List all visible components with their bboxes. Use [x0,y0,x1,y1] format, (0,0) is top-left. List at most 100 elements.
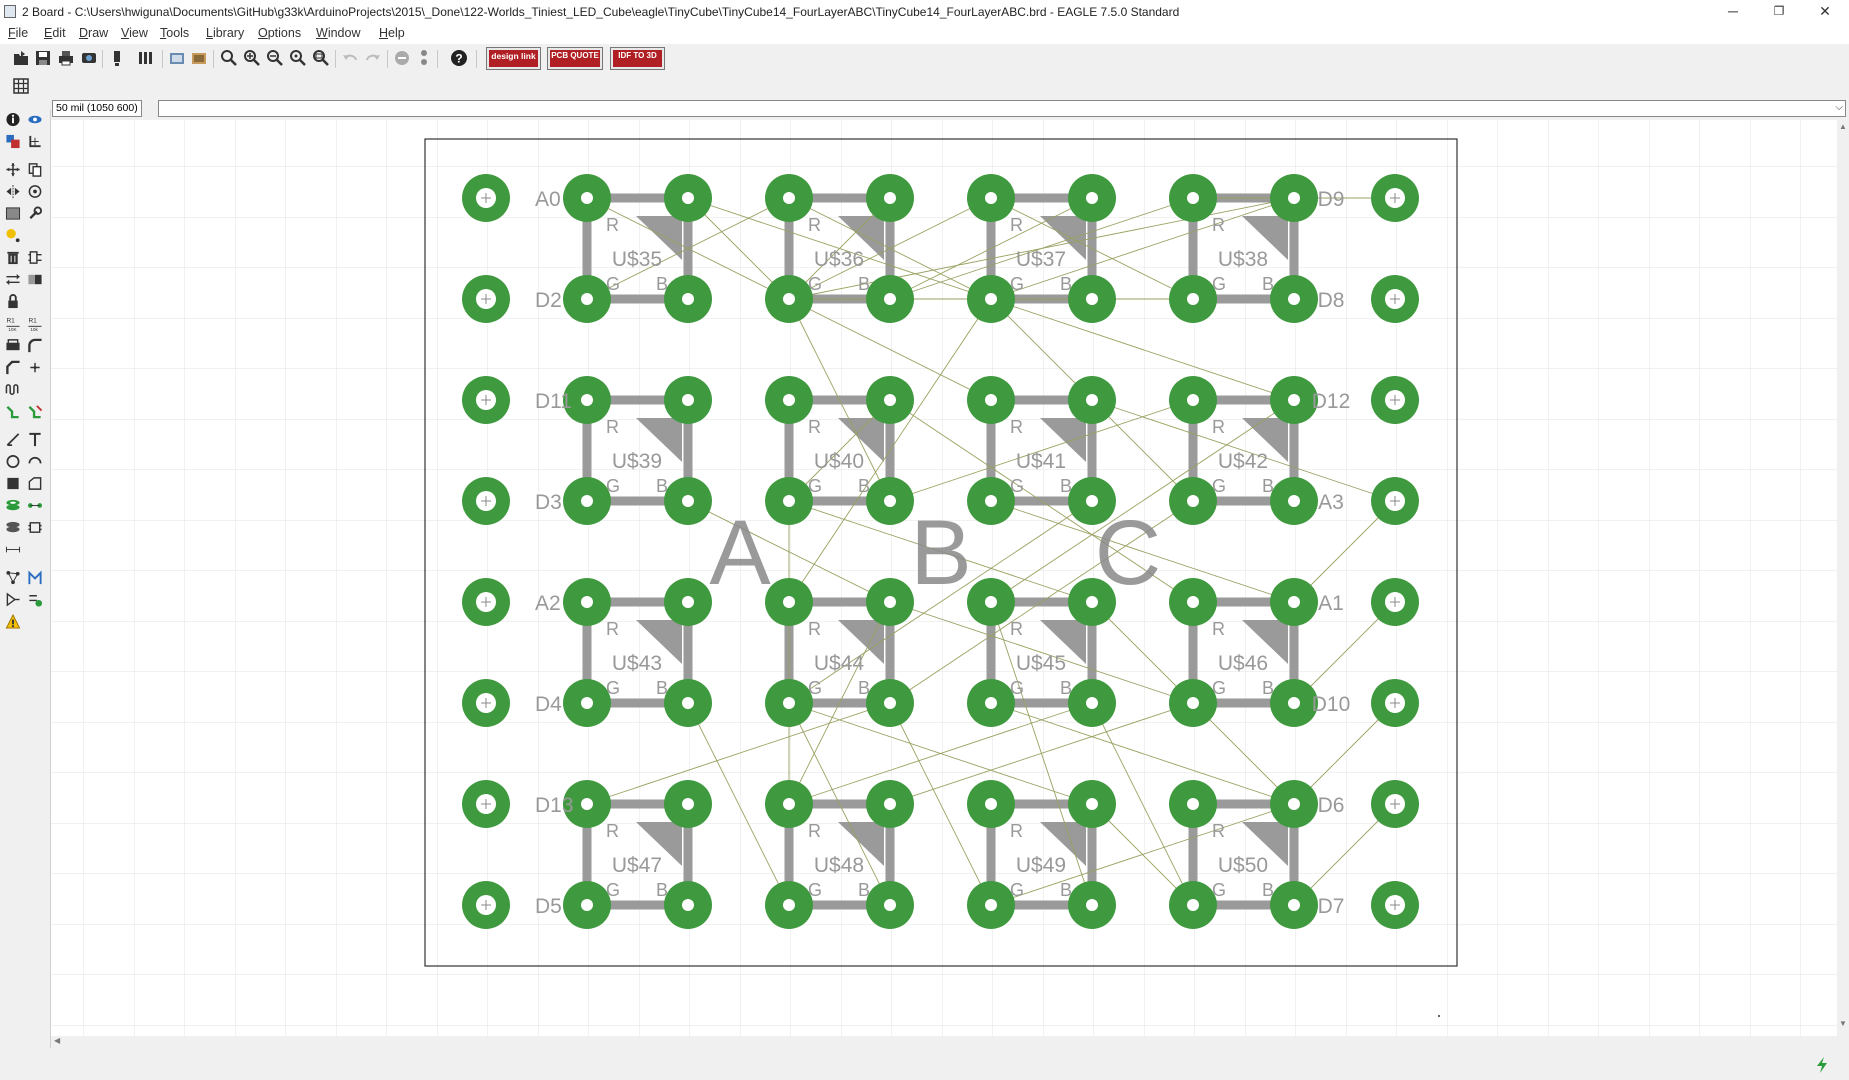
delete-icon[interactable] [5,250,21,265]
attribute-icon[interactable] [27,520,43,535]
pad[interactable] [866,780,914,828]
scroll-left-icon[interactable]: ◀ [54,1036,60,1045]
pad[interactable] [1068,881,1116,929]
board-canvas[interactable]: R G B U$35 R G B U$36 R G B U$37 R G B U$38 R G B U$39 R G B U$… [51,120,1837,1042]
move-icon[interactable] [5,162,21,177]
pad[interactable] [866,679,914,727]
save-icon[interactable] [34,49,52,67]
lightning-icon[interactable] [1814,1056,1830,1074]
pad[interactable] [967,275,1015,323]
pad[interactable] [967,376,1015,424]
add-icon[interactable] [27,250,43,265]
arc-icon[interactable] [27,454,43,469]
pad[interactable] [765,578,813,626]
name-icon[interactable]: R1 10K [5,316,21,331]
optimize-icon[interactable] [27,360,43,375]
pad[interactable] [563,881,611,929]
pad[interactable] [1371,578,1419,626]
pad[interactable] [1371,477,1419,525]
pad[interactable] [967,780,1015,828]
menu-draw[interactable]: Draw [79,26,108,40]
menu-file[interactable]: File [8,26,28,40]
display-layers-icon[interactable] [5,134,21,149]
redo-icon[interactable] [364,49,382,67]
wire-icon[interactable] [5,432,21,447]
drc-icon[interactable] [27,592,43,607]
pad[interactable] [1270,275,1318,323]
pad[interactable] [967,881,1015,929]
schematic-icon[interactable] [168,49,186,67]
pad[interactable] [1169,477,1217,525]
smash-icon[interactable] [5,338,21,353]
info-icon[interactable] [5,112,21,127]
pad[interactable] [765,275,813,323]
ripup-icon[interactable] [27,404,43,419]
pad[interactable] [1169,881,1217,929]
chevron-down-icon[interactable]: ⌵ [1835,102,1843,113]
text-icon[interactable] [27,432,43,447]
pad[interactable] [765,174,813,222]
autorouter-icon[interactable] [27,570,43,585]
menu-tools[interactable]: Tools [160,26,189,40]
minimize-button[interactable]: ─ [1710,0,1756,24]
errors-icon[interactable] [5,614,21,629]
pad[interactable] [462,578,510,626]
pad[interactable] [1169,780,1217,828]
vertical-scrollbar[interactable]: ▲ ▼ [1837,120,1849,1042]
replace-icon[interactable] [27,272,43,287]
pad[interactable] [765,881,813,929]
pad[interactable] [664,275,712,323]
pad[interactable] [462,477,510,525]
circle-icon[interactable] [5,454,21,469]
idf-to-3d-button[interactable]: IDF TO 3D [610,47,665,70]
rect-icon[interactable] [5,476,21,491]
zoom-out-icon[interactable] [266,49,284,67]
rotate-icon[interactable] [27,184,43,199]
menu-options[interactable]: Options [258,26,301,40]
ulp-icon[interactable] [137,49,155,67]
pad[interactable] [664,780,712,828]
pad[interactable] [563,679,611,727]
paste-icon[interactable] [5,228,21,243]
ratsnest-icon[interactable] [5,570,21,585]
pad[interactable] [664,477,712,525]
pad[interactable] [1169,578,1217,626]
pad[interactable] [1169,679,1217,727]
copy-icon[interactable] [27,162,43,177]
pad[interactable] [1270,174,1318,222]
menu-window[interactable]: Window [316,26,360,40]
pad[interactable] [1068,376,1116,424]
pad[interactable] [563,477,611,525]
zoom-fit-icon[interactable] [220,49,238,67]
pad[interactable] [664,376,712,424]
menu-help[interactable]: Help [379,26,405,40]
pad[interactable] [462,679,510,727]
erc-icon[interactable] [5,592,21,607]
pad[interactable] [1270,780,1318,828]
command-line-input[interactable]: ⌵ [158,100,1846,117]
pad[interactable] [967,578,1015,626]
pad[interactable] [967,679,1015,727]
board-icon[interactable] [190,49,208,67]
group-icon[interactable] [5,206,21,221]
pad[interactable] [866,174,914,222]
pad[interactable] [1270,477,1318,525]
change-icon[interactable] [27,206,43,221]
pad[interactable] [1169,275,1217,323]
go-icon[interactable] [415,49,433,67]
pinswap-icon[interactable] [5,272,21,287]
via-icon[interactable] [5,498,21,513]
split-icon[interactable] [5,360,21,375]
pad[interactable] [1169,174,1217,222]
polygon-icon[interactable] [27,476,43,491]
scroll-down-icon[interactable]: ▼ [1839,1019,1847,1028]
pad[interactable] [462,174,510,222]
pad[interactable] [462,780,510,828]
zoom-in-icon[interactable] [243,49,261,67]
pad[interactable] [462,275,510,323]
pad[interactable] [563,174,611,222]
dimension-icon[interactable] [5,542,21,557]
pad[interactable] [1068,780,1116,828]
pad[interactable] [765,780,813,828]
pad[interactable] [1270,881,1318,929]
